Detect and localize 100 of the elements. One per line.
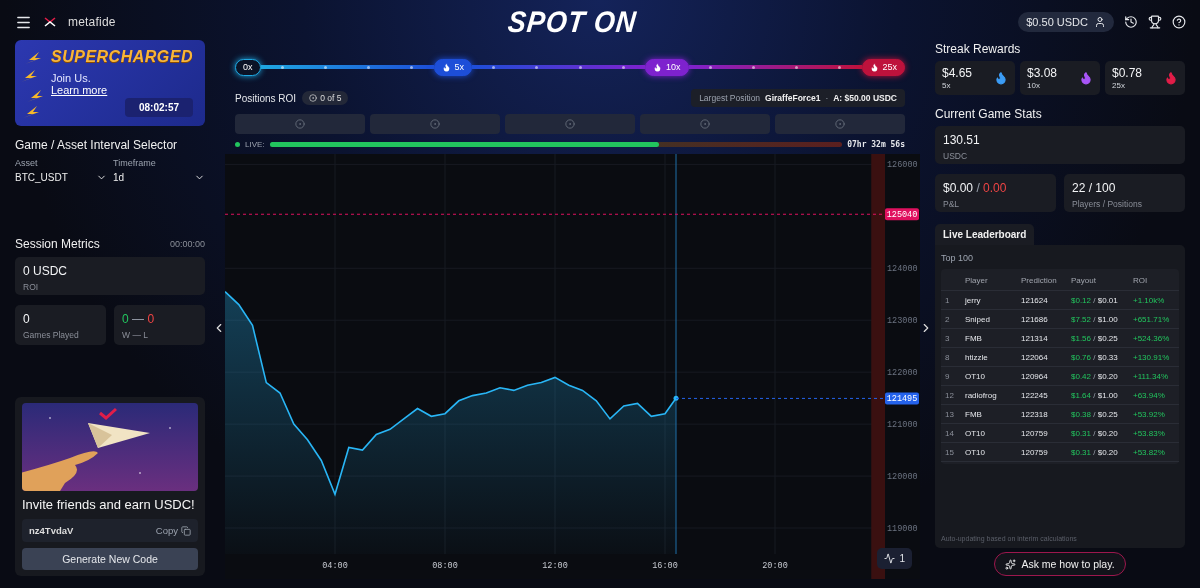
roi-cell-text: +53.92% [1133,409,1166,419]
axis-label: 08:00 [432,561,458,571]
balance-button[interactable]: $0.50 USDC [1018,12,1114,32]
column-header: ROI [1133,276,1149,285]
indicator-button[interactable]: 1 [877,548,912,569]
learn-more-link[interactable]: Learn more [51,84,108,96]
dropdown[interactable]: 1d [113,172,205,183]
rank-cell-text: 15 [945,447,955,457]
leaderboard-tab[interactable]: Live Leaderboard [935,224,1035,245]
rank-cell-text: 12 [945,390,955,400]
promo-title: SUPERCHARGED [51,48,193,66]
roi-cell-text: +53.82% [1133,447,1166,457]
position-count-badge: 0 of 5 [302,91,349,105]
generate-code-button[interactable]: Generate New Code [22,548,198,570]
payout-cell-text: $0.42 / $0.20 [1071,371,1119,381]
round-time-remaining: 07hr 32m 56s [847,139,905,149]
axis-label: 121000 [887,420,918,431]
user-icon [1094,16,1106,28]
price-tag: 125040 [885,208,919,221]
metric-label: W — L [122,330,149,340]
roi-cell-text: +524.36% [1133,333,1171,343]
copy-button[interactable]: Copy [155,525,191,536]
payout-cell-text: $0.12 / $0.01 [1071,295,1119,305]
target-icon [430,119,440,129]
axis-label: 04:00 [322,561,348,571]
game-title: SPOT ON [506,4,639,40]
dropdown[interactable]: BTC_USDT [15,172,107,183]
axis-label: 120000 [887,472,918,483]
target-icon [700,119,710,129]
rank-cell-text: 2 [945,314,951,324]
rank-cell-text: 9 [945,371,951,381]
player-cell-text: jerry [965,295,982,305]
session-timer: 00:00:00 [169,239,205,249]
axis-label: 122000 [887,368,918,379]
sparkle-icon [1005,558,1017,570]
price-tag: 121495 [885,392,919,405]
streak-amount: $0.78 [1112,66,1143,80]
axis-label: 119000 [887,524,918,535]
multiplier-node: 25x [861,58,905,76]
column-header: Payout [1071,276,1097,285]
leaderboard-subtitle: Top 100 [941,253,975,263]
player-cell-text: FMB [965,409,983,419]
invite-title: Invite friends and earn USDC! [22,497,196,513]
multiplier-node: 0x [235,58,261,76]
target-icon [295,119,305,129]
rank-cell-text: 3 [945,333,951,343]
prediction-cell-text: 122064 [1021,352,1049,362]
pnl-value: $0.00 / 0.00 [943,181,1008,195]
section-title: Current Game Stats [935,107,1043,121]
section-title: Streak Rewards [935,42,1022,56]
stat-label: USDC [943,151,969,161]
rank-cell-text: 1 [945,295,951,305]
player-cell-text: radiofrog [965,390,998,400]
prediction-cell-text: 122318 [1021,409,1049,419]
column-header: Player [965,276,989,285]
player-cell-text: htizzle [965,352,989,362]
payout-cell-text: $1.56 / $0.25 [1071,333,1119,343]
stat-label: P&L [943,199,961,209]
metric-value: 0 USDC [23,264,68,278]
stat-value: 130.51 [943,133,981,147]
flame-icon [869,62,879,72]
prediction-cell-text: 122245 [1021,390,1049,400]
axis-label: 12:00 [542,561,568,571]
axis-label: 126000 [887,160,918,171]
streak-multiplier: 5x [942,81,952,90]
column-header: Prediction [1021,276,1058,285]
multiplier-node: 5x [433,58,472,76]
rank-cell-text: 13 [945,409,955,419]
metric-label: ROI [23,282,40,292]
player-cell-text: Sniped [965,314,991,324]
prediction-cell-text: 120759 [1021,428,1049,438]
copy-icon [181,525,191,536]
live-label: LIVE: [245,139,265,149]
stat-value: 22 / 100 [1072,181,1117,195]
payout-cell-text: $1.64 / $1.00 [1071,390,1119,400]
history-icon[interactable] [1124,15,1138,29]
target-icon [309,94,318,102]
streak-amount: $4.65 [942,66,973,80]
metric-label: Games Played [23,330,80,340]
countdown-timer: 08:02:57 [125,98,193,117]
trophy-icon[interactable] [1148,15,1162,29]
streak-multiplier: 25x [1112,81,1126,90]
help-icon[interactable] [1172,15,1186,29]
referral-code: nz4TvdaV [29,525,74,536]
axis-label: 124000 [887,264,918,275]
roi-cell-text: +130.91% [1133,352,1171,362]
live-dot [235,141,240,147]
chart-icon [884,553,896,564]
roi-cell-text: +651.71% [1133,314,1171,324]
player-cell-text: OT10 [965,371,986,381]
streak-amount: $3.08 [1027,66,1058,80]
field-label: Timeframe [113,158,157,168]
ask-button[interactable]: Ask me how to play. [994,552,1126,576]
payout-cell-text: $7.52 / $1.00 [1071,314,1119,324]
target-icon [565,119,575,129]
largest-position-info: Largest Position GiraffeForce1 · A: $50.00 USDC [691,89,905,107]
multiplier-node: 10x [645,58,689,76]
section-title: Game / Asset Interval Selector [15,138,179,152]
logo-text: metafide [68,15,116,29]
stat-label: Players / Positions [1072,199,1143,209]
